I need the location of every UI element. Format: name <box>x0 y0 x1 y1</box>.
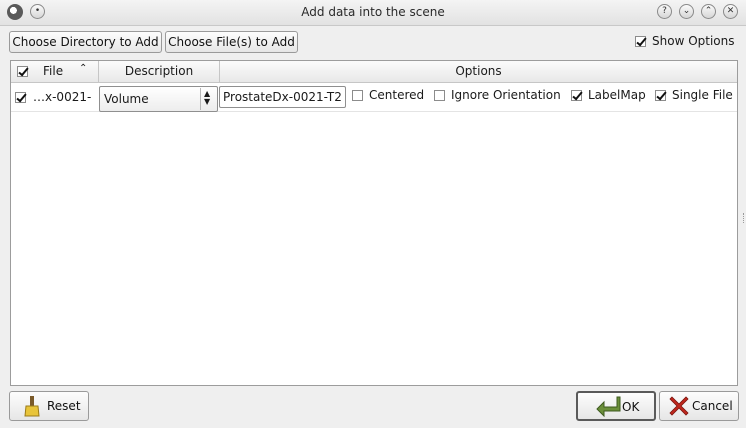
ok-button[interactable]: OK <box>576 391 656 421</box>
ignore-orientation-checkbox[interactable] <box>434 90 445 101</box>
ok-label: OK <box>622 400 640 414</box>
file-name: …x-0021- <box>33 90 92 104</box>
reset-button[interactable]: Reset <box>9 391 89 421</box>
single-file-label: Single File <box>672 88 733 102</box>
maximize-button[interactable]: ⌃ <box>701 4 716 19</box>
window-title: Add data into the scene <box>301 5 445 19</box>
show-options-checkbox[interactable] <box>635 36 646 47</box>
column-description[interactable]: Description <box>99 64 219 78</box>
column-options[interactable]: Options <box>220 64 737 78</box>
show-options-label: Show Options <box>652 34 735 48</box>
labelmap-checkbox[interactable] <box>571 90 582 101</box>
choose-files-button[interactable]: Choose File(s) to Add <box>165 31 298 53</box>
sort-ascending-icon: ⌃ <box>79 63 88 74</box>
table-header: File ⌃ Description Options <box>11 61 737 83</box>
broom-icon <box>24 396 40 417</box>
close-button[interactable]: ✕ <box>723 4 738 19</box>
spinner-arrows-icon: ▲ ▼ <box>204 89 211 106</box>
return-arrow-icon <box>596 396 621 417</box>
choose-directory-button[interactable]: Choose Directory to Add <box>9 31 162 53</box>
description-value: Volume <box>104 92 149 106</box>
description-select[interactable]: Volume ▲ ▼ <box>99 86 218 112</box>
title-bar: • Add data into the scene ? ⌄ ⌃ ✕ <box>0 0 746 26</box>
single-file-checkbox[interactable] <box>655 90 666 101</box>
help-button[interactable]: ? <box>657 4 672 19</box>
file-table: File ⌃ Description Options …x-0021- Volu… <box>10 60 738 386</box>
centered-label: Centered <box>369 88 425 102</box>
centered-checkbox[interactable] <box>352 90 363 101</box>
ignore-orientation-label: Ignore Orientation <box>451 88 561 102</box>
select-all-checkbox[interactable] <box>17 66 28 77</box>
labelmap-label: LabelMap <box>588 88 646 102</box>
row-checkbox[interactable] <box>15 92 26 103</box>
reset-label: Reset <box>47 399 81 413</box>
column-file[interactable]: File <box>43 64 63 78</box>
cancel-x-icon <box>669 396 689 416</box>
cancel-button[interactable]: Cancel <box>659 391 739 421</box>
minimize-button[interactable]: ⌄ <box>679 4 694 19</box>
cancel-label: Cancel <box>692 399 733 413</box>
table-row: …x-0021- Volume ▲ ▼ ProstateDx-0021-T2 Ce… <box>11 83 737 112</box>
node-name-input[interactable]: ProstateDx-0021-T2 <box>219 86 346 108</box>
